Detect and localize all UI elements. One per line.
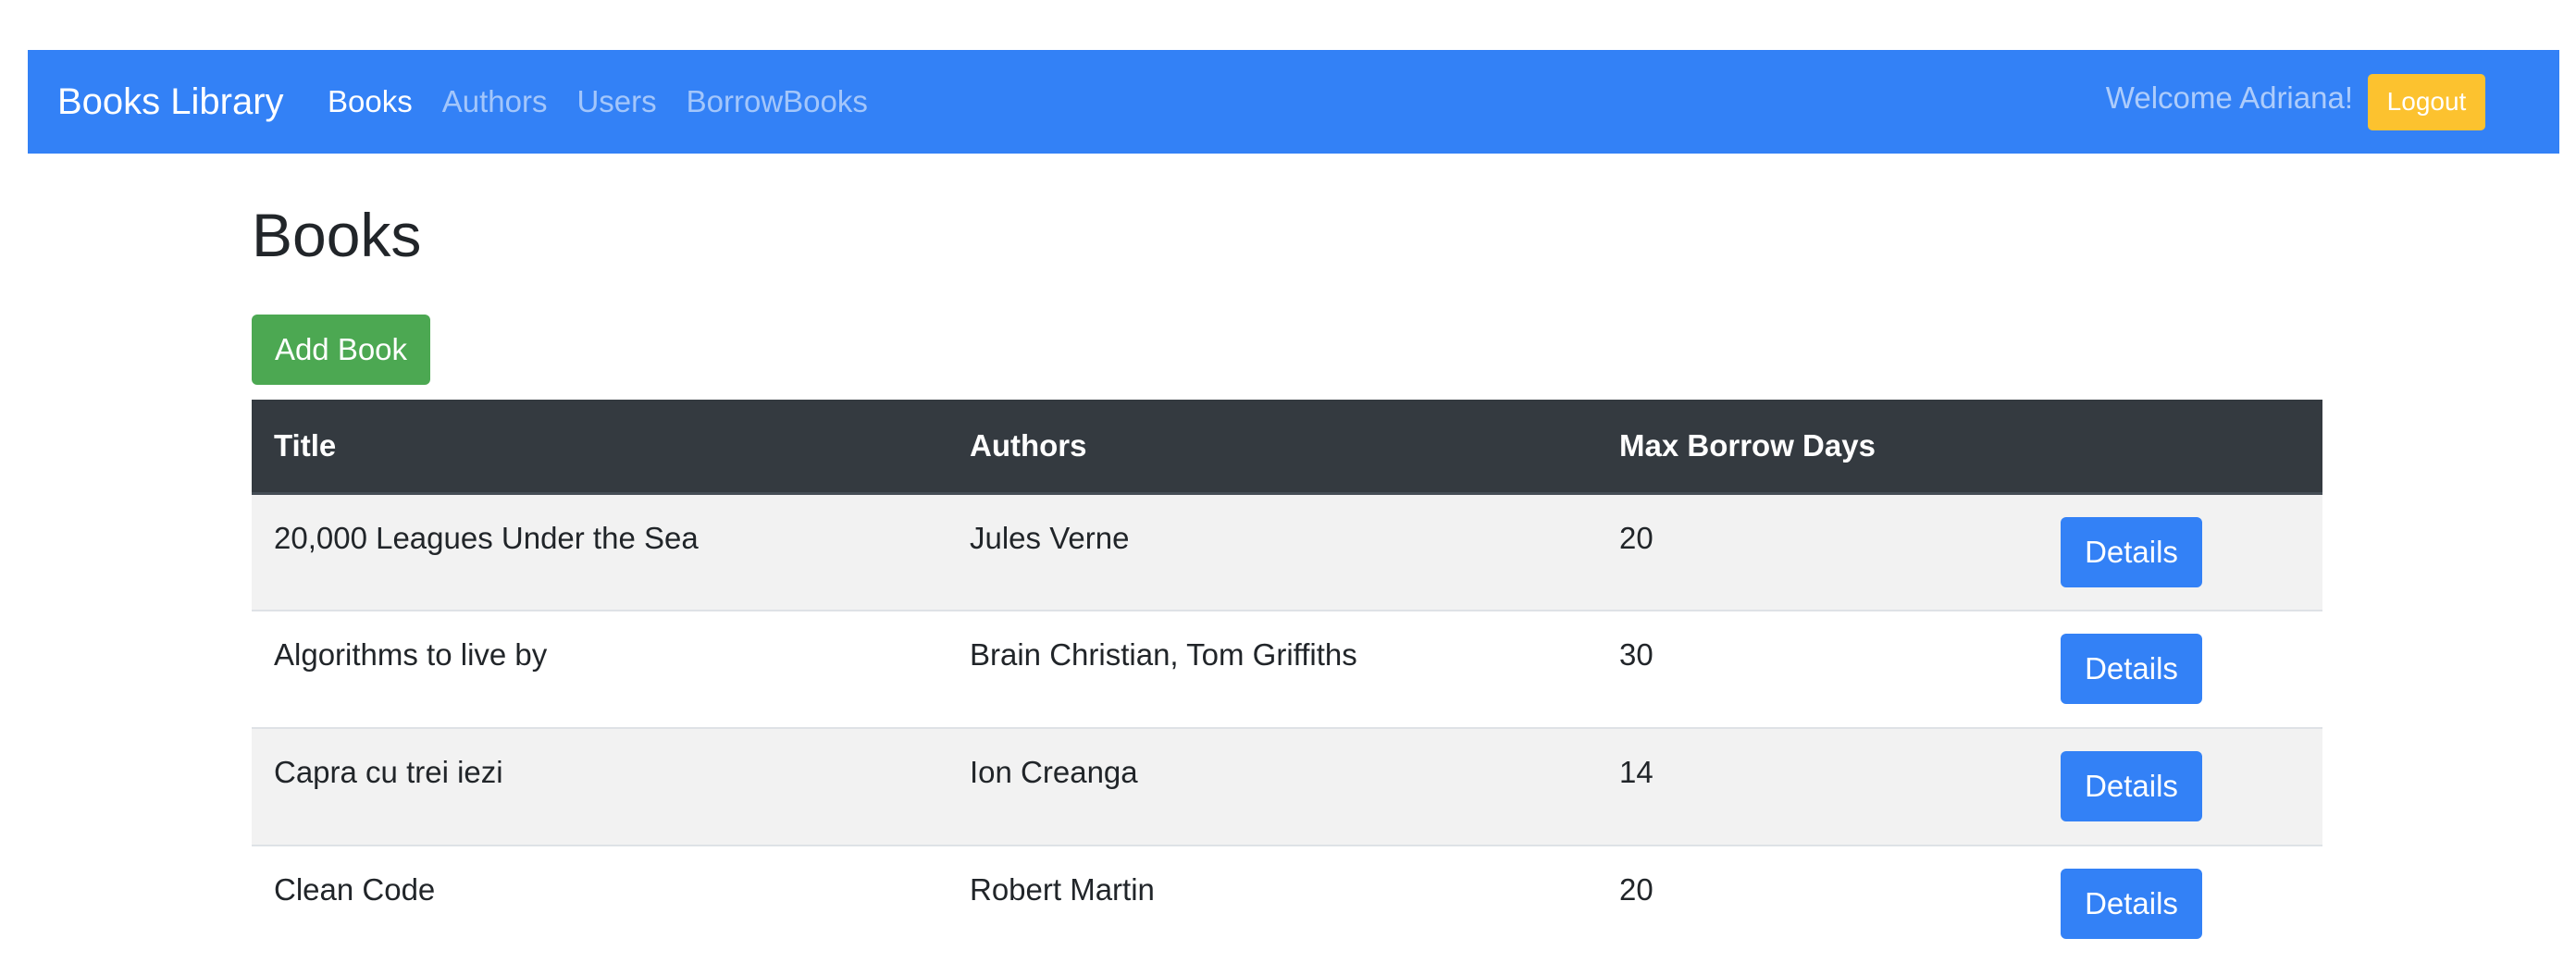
book-max-days-cell: 20 xyxy=(1619,520,1653,555)
book-action-cell: Details xyxy=(2038,728,2322,846)
add-book-button[interactable]: Add Book xyxy=(252,315,430,385)
book-title-cell: 20,000 Leagues Under the Sea xyxy=(274,520,699,555)
book-authors-cell: Brain Christian, Tom Griffiths xyxy=(970,637,1357,672)
book-authors-cell: Jules Verne xyxy=(970,520,1130,555)
table-row: Algorithms to live by Brain Christian, T… xyxy=(252,611,2322,728)
book-authors-cell: Robert Martin xyxy=(970,872,1155,907)
table-row: Clean Code Robert Martin 20 Details xyxy=(252,846,2322,963)
top-navbar: Books Library Books Authors Users Borrow… xyxy=(28,50,2559,154)
nav-link-users[interactable]: Users xyxy=(576,84,656,119)
books-table: Title Authors Max Borrow Days 20,000 Lea… xyxy=(252,400,2322,963)
page-title: Books xyxy=(252,201,422,269)
details-button[interactable]: Details xyxy=(2061,869,2202,939)
book-title-cell: Capra cu trei iezi xyxy=(274,755,503,789)
brand-link[interactable]: Books Library xyxy=(57,50,284,154)
nav-link-books[interactable]: Books xyxy=(328,84,413,119)
nav-user-area: Welcome Adriana! Logout xyxy=(2106,50,2485,154)
details-button[interactable]: Details xyxy=(2061,751,2202,821)
column-header-max-borrow-days: Max Borrow Days xyxy=(1597,400,2038,495)
table-header-row: Title Authors Max Borrow Days xyxy=(252,400,2322,495)
column-header-actions xyxy=(2038,400,2322,495)
details-button[interactable]: Details xyxy=(2061,516,2202,587)
logout-button[interactable]: Logout xyxy=(2368,73,2485,130)
nav-links: Books Authors Users BorrowBooks xyxy=(328,50,898,154)
book-authors-cell: Ion Creanga xyxy=(970,755,1138,789)
book-title-cell: Algorithms to live by xyxy=(274,637,548,672)
book-title-cell: Clean Code xyxy=(274,872,436,907)
welcome-text: Welcome Adriana! xyxy=(2105,80,2353,115)
table-row: 20,000 Leagues Under the Sea Jules Verne… xyxy=(252,493,2322,611)
column-header-title: Title xyxy=(252,400,947,495)
book-max-days-cell: 30 xyxy=(1619,637,1653,672)
book-action-cell: Details xyxy=(2038,846,2322,963)
nav-link-authors[interactable]: Authors xyxy=(442,84,548,119)
book-action-cell: Details xyxy=(2038,493,2322,611)
details-button[interactable]: Details xyxy=(2061,634,2202,704)
column-header-authors: Authors xyxy=(947,400,1597,495)
book-action-cell: Details xyxy=(2038,611,2322,728)
nav-link-borrowbooks[interactable]: BorrowBooks xyxy=(687,84,868,119)
book-max-days-cell: 20 xyxy=(1619,872,1653,907)
book-max-days-cell: 14 xyxy=(1619,755,1653,789)
table-row: Capra cu trei iezi Ion Creanga 14 Detail… xyxy=(252,728,2322,846)
